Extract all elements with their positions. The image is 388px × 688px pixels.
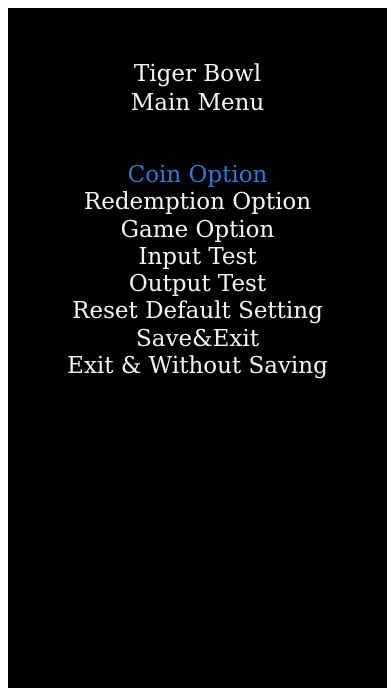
menu-item-input-test[interactable]: Input Test xyxy=(8,244,387,271)
menu-item-save-and-exit[interactable]: Save&Exit xyxy=(8,326,387,353)
game-title: Tiger Bowl xyxy=(133,61,262,87)
menu-item-exit-without-saving[interactable]: Exit & Without Saving xyxy=(8,353,387,380)
title-block: Tiger Bowl Main Menu xyxy=(8,60,387,118)
main-menu: Coin Option Redemption Option Game Optio… xyxy=(8,162,387,380)
menu-item-reset-default-setting[interactable]: Reset Default Setting xyxy=(8,298,387,325)
menu-item-output-test[interactable]: Output Test xyxy=(8,271,387,298)
game-screen: Tiger Bowl Main Menu Coin Option Redempt… xyxy=(8,8,387,688)
menu-item-game-option[interactable]: Game Option xyxy=(8,217,387,244)
menu-item-coin-option[interactable]: Coin Option xyxy=(8,162,387,189)
menu-title: Main Menu xyxy=(130,90,265,116)
menu-item-redemption-option[interactable]: Redemption Option xyxy=(8,189,387,216)
